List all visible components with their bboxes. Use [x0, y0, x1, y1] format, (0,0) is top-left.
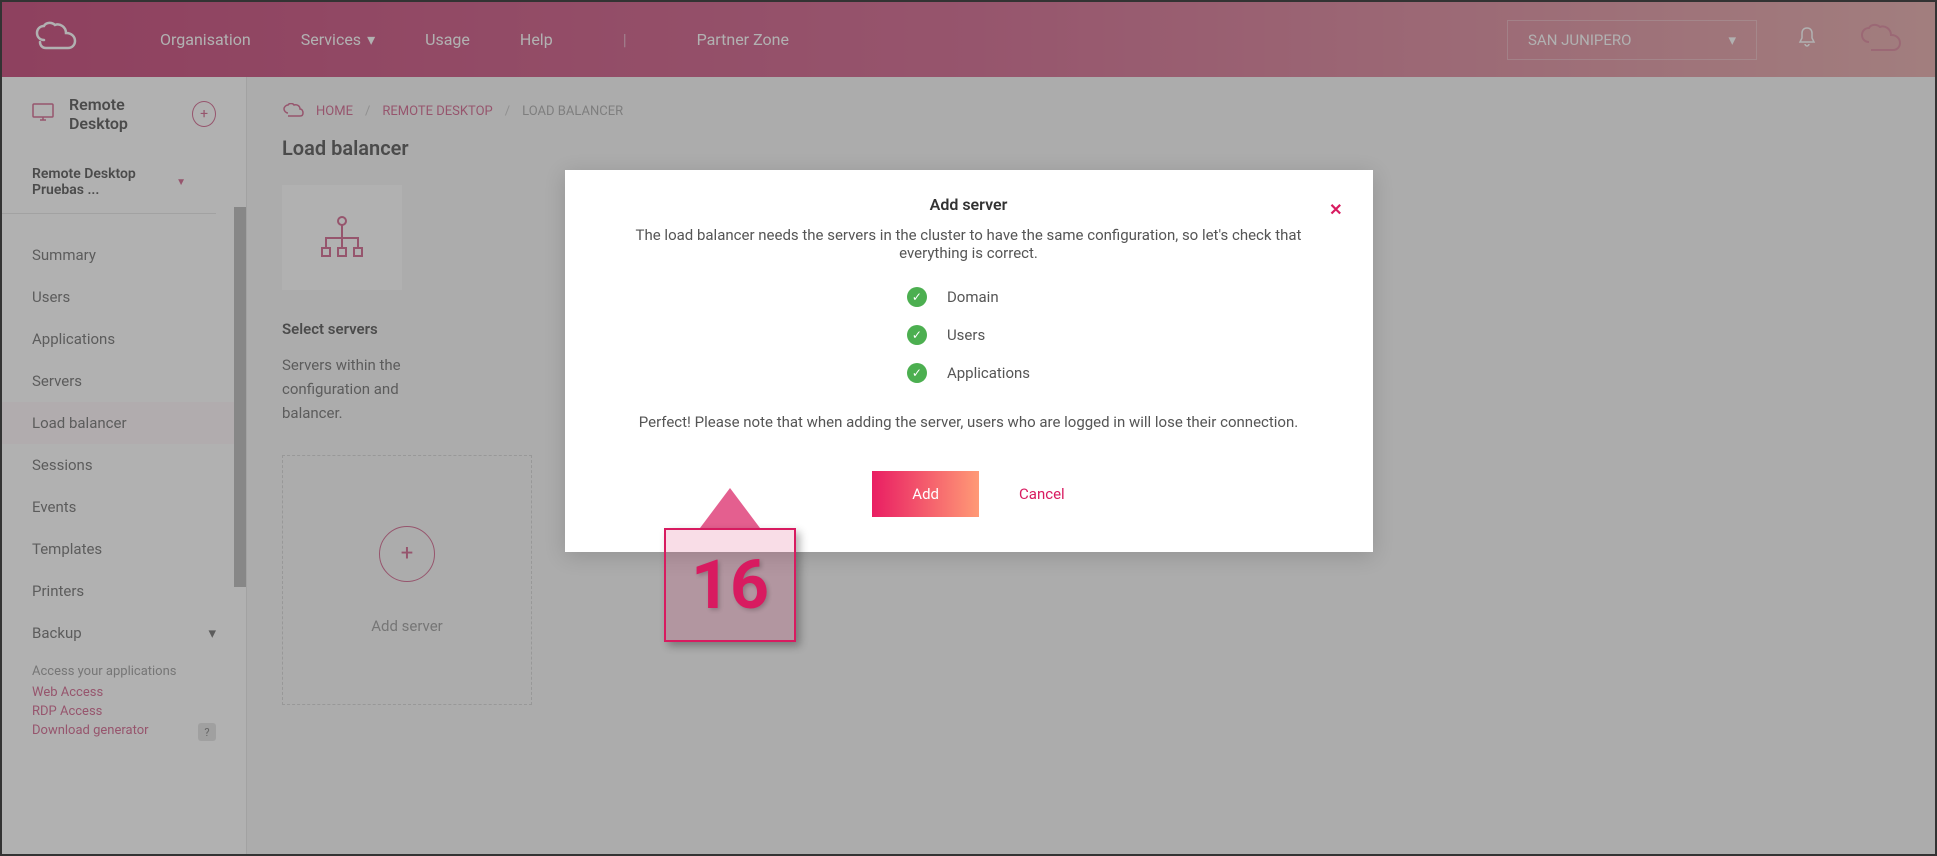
- modal-description: The load balancer needs the servers in t…: [610, 226, 1328, 262]
- check-label-users: Users: [947, 326, 985, 344]
- modal-note: Perfect! Please note that when adding th…: [610, 413, 1328, 431]
- check-item-applications: ✓ Applications: [907, 363, 1030, 383]
- callout-box: 16: [664, 528, 796, 642]
- check-item-domain: ✓ Domain: [907, 287, 999, 307]
- close-icon[interactable]: ✕: [1329, 200, 1342, 219]
- check-list: ✓ Domain ✓ Users ✓ Applications: [907, 287, 1030, 383]
- add-button[interactable]: Add: [872, 471, 979, 517]
- callout-number: 16: [691, 545, 769, 625]
- check-icon: ✓: [907, 325, 927, 345]
- check-label-applications: Applications: [947, 364, 1030, 382]
- modal-title: Add server: [610, 195, 1328, 214]
- check-icon: ✓: [907, 363, 927, 383]
- cancel-button[interactable]: Cancel: [1019, 485, 1065, 503]
- check-label-domain: Domain: [947, 288, 999, 306]
- callout-arrow-icon: [700, 488, 760, 528]
- check-icon: ✓: [907, 287, 927, 307]
- step-callout: 16: [664, 488, 796, 642]
- check-item-users: ✓ Users: [907, 325, 985, 345]
